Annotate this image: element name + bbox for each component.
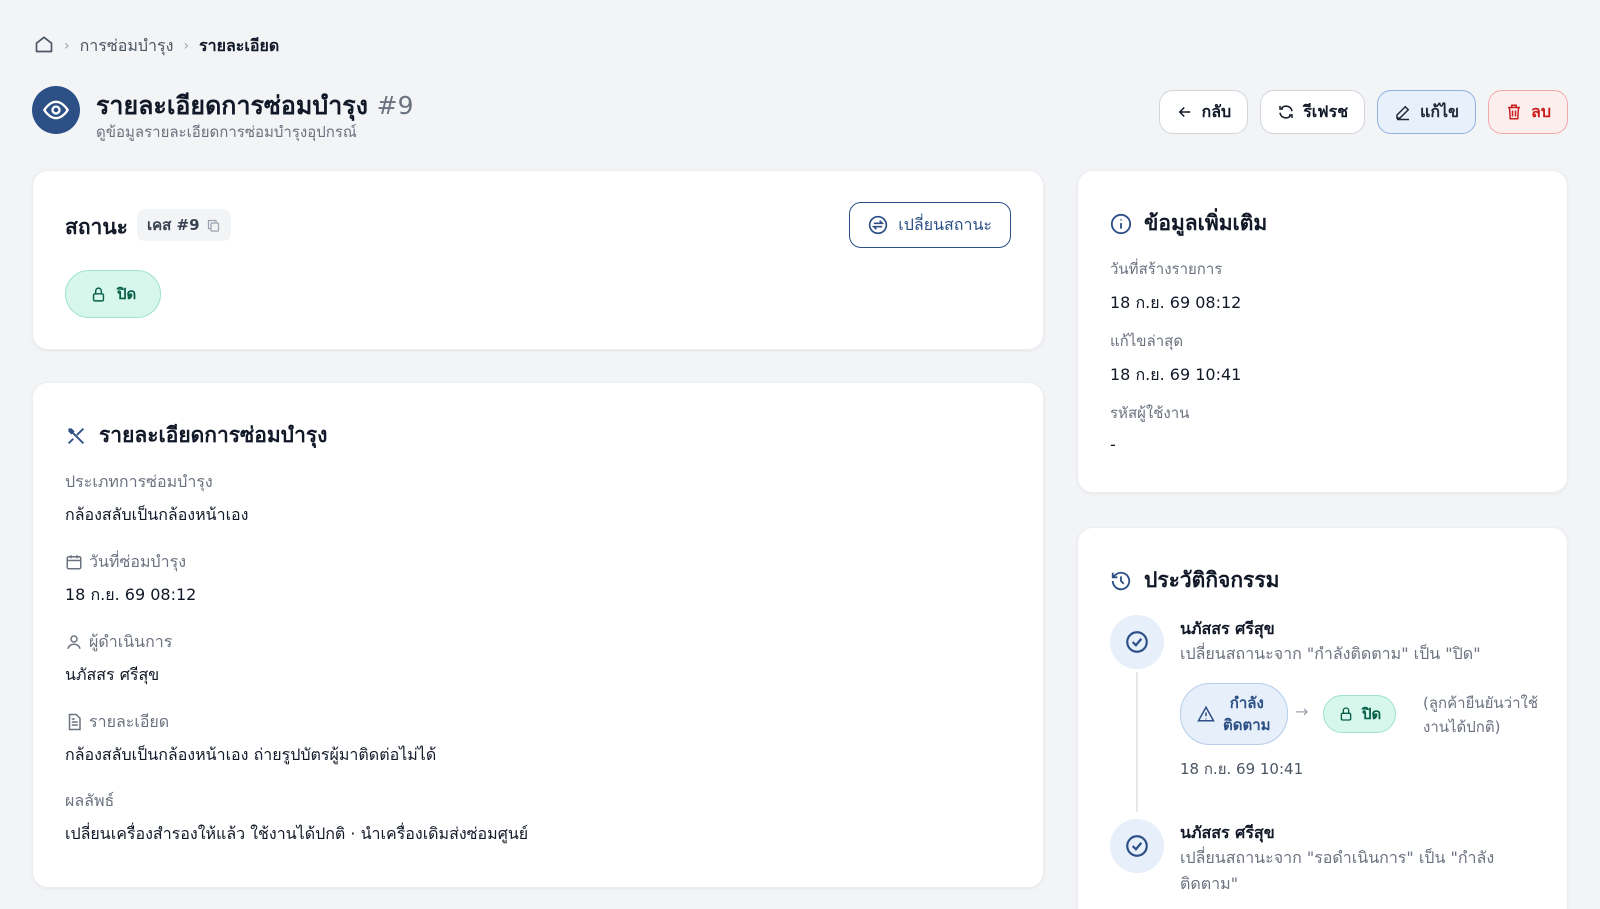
case-chip: เคส #9 bbox=[137, 209, 231, 241]
status-badge: ปิด bbox=[65, 270, 162, 318]
chevron-right-icon: › bbox=[183, 38, 190, 54]
created-date-value: 18 ก.ย. 69 08:12 bbox=[1110, 293, 1242, 312]
page-title-text: รายละเอียดการซ่อมบำรุง bbox=[96, 91, 368, 120]
timeline-line bbox=[1136, 672, 1138, 812]
lock-icon bbox=[1340, 707, 1352, 721]
check-circle-icon bbox=[1110, 819, 1164, 873]
maintenance-details-card: รายละเอียดการซ่อมบำรุง ประเภทการซ่อมบำรุ… bbox=[32, 382, 1044, 888]
maintenance-date-label: วันที่ซ่อมบำรุง bbox=[89, 551, 187, 571]
delete-button[interactable]: ลบ bbox=[1488, 90, 1568, 134]
info-icon bbox=[1110, 213, 1132, 234]
result-value: เปลี่ยนเครื่องสำรองให้แล้ว ใช้งานได้ปกติ… bbox=[65, 824, 529, 843]
document-icon bbox=[68, 713, 81, 731]
delete-button-label: ลบ bbox=[1531, 101, 1551, 121]
updated-date-label: แก้ไขล่าสุด bbox=[1110, 332, 1184, 350]
status-pill-following-line1: กำลัง bbox=[1229, 694, 1264, 712]
info-title-text: ข้อมูลเพิ่มเติม bbox=[1144, 211, 1268, 235]
lock-icon bbox=[92, 286, 105, 302]
description-label-row: รายละเอียด bbox=[65, 711, 436, 733]
refresh-button[interactable]: รีเฟรช bbox=[1260, 90, 1366, 134]
result-field: ผลลัพธ์ เปลี่ยนเครื่องสำรองให้แล้ว ใช้งา… bbox=[65, 790, 528, 847]
swap-circle-icon bbox=[869, 215, 888, 235]
status-pill-closed: ปิด bbox=[1323, 695, 1397, 733]
refresh-icon bbox=[1279, 105, 1293, 119]
operator-label-row: ผู้ดำเนินการ bbox=[65, 631, 172, 653]
calendar-icon bbox=[66, 555, 82, 570]
home-icon[interactable] bbox=[34, 34, 54, 58]
edit-button[interactable]: แก้ไข bbox=[1377, 90, 1477, 134]
updated-date-value: 18 ก.ย. 69 10:41 bbox=[1110, 365, 1242, 384]
activity-title: ประวัติกิจกรรม bbox=[1110, 564, 1279, 597]
back-button-label: กลับ bbox=[1201, 101, 1232, 121]
user-id-label: รหัสผู้ใช้งาน bbox=[1110, 404, 1190, 422]
maintenance-type-label: ประเภทการซ่อมบำรุง bbox=[65, 471, 213, 491]
created-date-field: วันที่สร้างรายการ 18 ก.ย. 69 08:12 bbox=[1110, 257, 1241, 316]
details-title-text: รายละเอียดการซ่อมบำรุง bbox=[99, 423, 328, 447]
maintenance-date-label-row: วันที่ซ่อมบำรุง bbox=[65, 551, 196, 573]
breadcrumb-current: รายละเอียด bbox=[199, 35, 280, 55]
activity-note: (ลูกค้ายืนยันว่าใช้งานได้ปกติ) bbox=[1423, 694, 1539, 736]
operator-label: ผู้ดำเนินการ bbox=[89, 631, 173, 651]
status-pill-following-line2: ติดตาม bbox=[1223, 716, 1271, 734]
description-value: กล้องสลับเป็นกล้องหน้าเอง ถ่ายรูปบัตรผู้… bbox=[65, 745, 437, 764]
details-title: รายละเอียดการซ่อมบำรุง bbox=[65, 419, 327, 452]
warning-icon bbox=[1197, 705, 1215, 722]
check-circle-icon bbox=[1110, 615, 1164, 669]
status-pill-following: กำลัง ติดตาม bbox=[1180, 683, 1288, 745]
description-field: รายละเอียด กล้องสลับเป็นกล้องหน้าเอง ถ่า… bbox=[65, 711, 436, 768]
status-badge-label: ปิด bbox=[117, 285, 137, 303]
pencil-icon bbox=[1396, 105, 1410, 121]
breadcrumb: › การซ่อมบำรุง › รายละเอียด bbox=[34, 34, 279, 58]
info-title: ข้อมูลเพิ่มเติม bbox=[1110, 207, 1267, 240]
maintenance-type-value: กล้องสลับเป็นกล้องหน้าเอง bbox=[65, 505, 249, 524]
breadcrumb-link-maintenance[interactable]: การซ่อมบำรุง bbox=[80, 34, 174, 59]
result-label: ผลลัพธ์ bbox=[65, 790, 115, 810]
operator-field: ผู้ดำเนินการ นภัสสร ศรีสุข bbox=[65, 631, 172, 688]
tools-icon bbox=[68, 427, 84, 444]
back-button[interactable]: กลับ bbox=[1158, 90, 1249, 134]
eye-icon bbox=[32, 86, 80, 134]
updated-date-field: แก้ไขล่าสุด 18 ก.ย. 69 10:41 bbox=[1110, 329, 1241, 388]
history-icon bbox=[1111, 571, 1131, 590]
refresh-button-label: รีเฟรช bbox=[1303, 101, 1349, 121]
record-number: #9 bbox=[376, 91, 414, 120]
activity-user: นภัสสร ศรีสุข bbox=[1180, 619, 1275, 638]
operator-value: นภัสสร ศรีสุข bbox=[65, 665, 160, 684]
trash-icon bbox=[1508, 104, 1521, 120]
chevron-right-icon: › bbox=[64, 38, 70, 54]
user-id-value: - bbox=[1110, 435, 1116, 454]
status-label: สถานะ bbox=[65, 215, 128, 239]
created-date-label: วันที่สร้างรายการ bbox=[1110, 260, 1223, 278]
status-pill-closed-label: ปิด bbox=[1362, 705, 1382, 723]
maintenance-type-field: ประเภทการซ่อมบำรุง กล้องสลับเป็นกล้องหน้… bbox=[65, 471, 248, 528]
activity-description: เปลี่ยนสถานะจาก "กำลังติดตาม" เป็น "ปิด" bbox=[1180, 644, 1481, 663]
change-status-label: เปลี่ยนสถานะ bbox=[898, 214, 992, 234]
activity-history-card: ประวัติกิจกรรม นภัสสร ศรีสุข เปลี่ยนสถาน… bbox=[1077, 527, 1568, 909]
activity-title-text: ประวัติกิจกรรม bbox=[1144, 568, 1280, 592]
maintenance-date-value: 18 ก.ย. 69 08:12 bbox=[65, 585, 197, 604]
user-id-field: รหัสผู้ใช้งาน - bbox=[1110, 401, 1189, 454]
additional-info-card: ข้อมูลเพิ่มเติม วันที่สร้างรายการ 18 ก.ย… bbox=[1077, 170, 1568, 493]
maintenance-date-field: วันที่ซ่อมบำรุง 18 ก.ย. 69 08:12 bbox=[65, 551, 196, 608]
status-pill-following-text: กำลัง ติดตาม bbox=[1223, 692, 1271, 736]
description-label: รายละเอียด bbox=[89, 711, 170, 731]
case-number: เคส #9 bbox=[147, 216, 200, 234]
edit-button-label: แก้ไข bbox=[1420, 101, 1460, 121]
status-card: สถานะ เคส #9 เปลี่ยนสถานะ ปิด bbox=[32, 170, 1044, 350]
activity-user: นภัสสร ศรีสุข bbox=[1180, 823, 1275, 842]
activity-description: เปลี่ยนสถานะจาก "รอดำเนินการ" เป็น "กำลั… bbox=[1180, 848, 1495, 893]
page-subtitle: ดูข้อมูลรายละเอียดการซ่อมบำรุงอุปกรณ์ bbox=[96, 123, 357, 141]
activity-time: 18 ก.ย. 69 10:41 bbox=[1180, 760, 1304, 778]
user-icon bbox=[67, 635, 81, 649]
arrow-right-icon: → bbox=[1295, 702, 1309, 721]
header-actions: กลับ รีเฟรช แก้ไข ลบ bbox=[1158, 90, 1568, 134]
arrow-left-icon bbox=[1178, 106, 1190, 118]
change-status-button[interactable]: เปลี่ยนสถานะ bbox=[849, 202, 1011, 248]
copy-icon[interactable] bbox=[206, 218, 221, 233]
